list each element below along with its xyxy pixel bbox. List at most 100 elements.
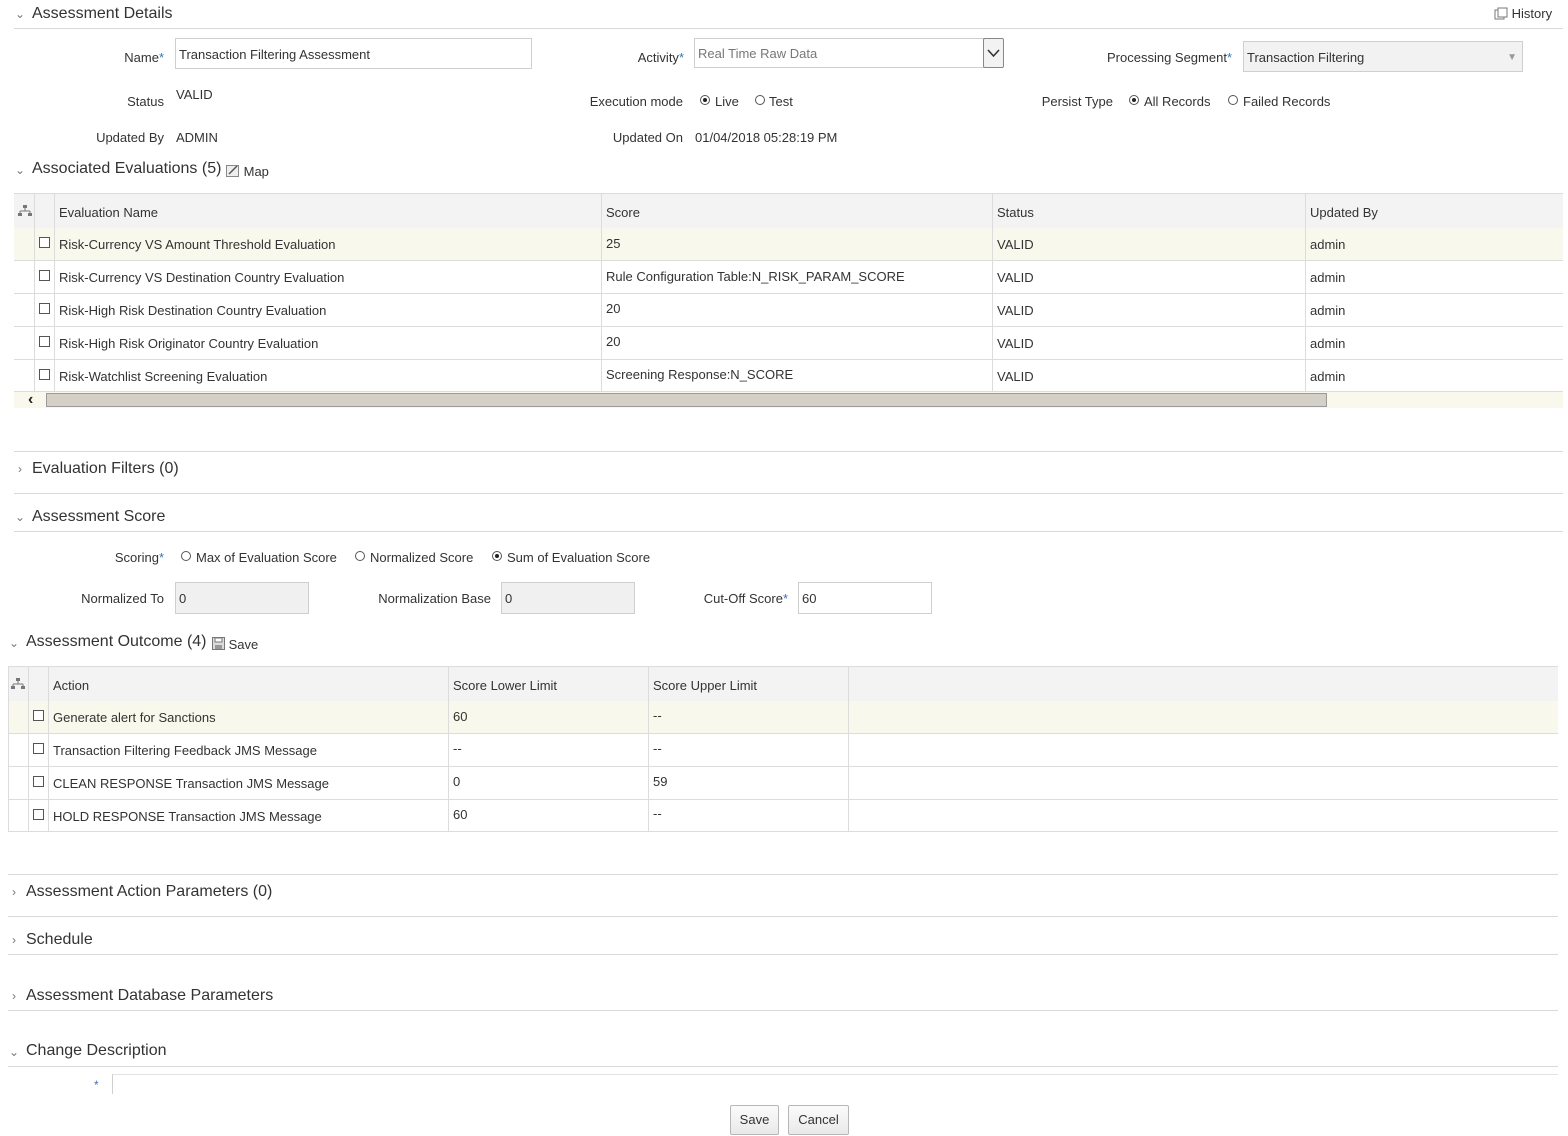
scoring-normalized-radio[interactable] xyxy=(355,551,365,561)
outcome-grid-header xyxy=(8,666,1558,702)
row-checkbox[interactable] xyxy=(33,743,44,754)
scoring-label: Scoring* xyxy=(114,550,164,565)
normalized-to-input[interactable]: 0 xyxy=(175,582,309,614)
execution-live-radio[interactable] xyxy=(700,95,710,105)
col-updated-by[interactable]: Updated By xyxy=(1310,205,1378,220)
evaluation-score: 20 xyxy=(606,301,621,316)
divider xyxy=(448,666,449,831)
evaluation-status: VALID xyxy=(997,303,1034,318)
execution-test-label[interactable]: Test xyxy=(769,94,793,109)
updated-on-label: Updated On xyxy=(612,130,683,145)
row-checkbox[interactable] xyxy=(39,336,50,347)
col-score-lower-limit[interactable]: Score Lower Limit xyxy=(453,678,557,693)
section-title-assessment-outcome[interactable]: Assessment Outcome (4) xyxy=(26,633,207,651)
row-checkbox[interactable] xyxy=(39,303,50,314)
outcome-action: CLEAN RESPONSE Transaction JMS Message xyxy=(53,776,329,791)
chevron-down-icon[interactable]: ⌄ xyxy=(14,510,26,524)
section-title-action-parameters[interactable]: Assessment Action Parameters (0) xyxy=(26,883,272,901)
chevron-down-icon[interactable]: ⌄ xyxy=(14,7,26,21)
change-description-textarea[interactable] xyxy=(112,1074,1558,1094)
col-action[interactable]: Action xyxy=(53,678,89,693)
section-title-assessment-details[interactable]: Assessment Details xyxy=(32,5,173,23)
dropdown-arrow-icon: ▼ xyxy=(1507,52,1517,63)
section-title-schedule[interactable]: Schedule xyxy=(26,931,93,949)
chevron-right-icon[interactable]: › xyxy=(8,933,20,947)
outcome-save-button[interactable]: Save xyxy=(212,637,258,652)
updated-on-value: 01/04/2018 05:28:19 PM xyxy=(695,130,838,145)
save-button[interactable]: Save xyxy=(730,1105,779,1135)
row-checkbox[interactable] xyxy=(39,270,50,281)
row-checkbox[interactable] xyxy=(33,776,44,787)
section-title-associated-evaluations[interactable]: Associated Evaluations (5) xyxy=(32,160,221,178)
row-checkbox[interactable] xyxy=(33,710,44,721)
chevron-right-icon[interactable]: › xyxy=(14,462,26,476)
outcome-upper: -- xyxy=(653,806,662,821)
section-title-database-parameters[interactable]: Assessment Database Parameters xyxy=(26,987,273,1005)
evaluation-score: 20 xyxy=(606,334,621,349)
outcome-action: HOLD RESPONSE Transaction JMS Message xyxy=(53,809,322,824)
horizontal-scrollbar[interactable]: ‹ xyxy=(14,391,1563,409)
evaluation-updated-by: admin xyxy=(1310,369,1346,384)
outcome-upper: 59 xyxy=(653,774,668,789)
row-checkbox[interactable] xyxy=(39,237,50,248)
cancel-button[interactable]: Cancel xyxy=(788,1105,849,1135)
activity-select[interactable]: Real Time Raw Data xyxy=(694,38,984,68)
divider xyxy=(992,193,993,391)
section-title-assessment-score[interactable]: Assessment Score xyxy=(32,508,165,526)
hierarchy-icon[interactable] xyxy=(18,205,32,217)
persist-failed-label[interactable]: Failed Records xyxy=(1243,94,1330,109)
chevron-down-icon[interactable]: ⌄ xyxy=(8,636,20,650)
evaluation-updated-by: admin xyxy=(1310,303,1346,318)
history-link[interactable]: History xyxy=(1494,6,1552,21)
scoring-max-label[interactable]: Max of Evaluation Score xyxy=(196,550,337,565)
persist-all-radio[interactable] xyxy=(1129,95,1139,105)
divider xyxy=(34,193,35,391)
normalization-base-input[interactable]: 0 xyxy=(501,582,635,614)
scrollbar-thumb[interactable] xyxy=(46,393,1327,407)
chevron-down-icon[interactable]: ⌄ xyxy=(14,163,26,177)
outcome-lower: -- xyxy=(453,741,462,756)
cutoff-score-input[interactable]: 60 xyxy=(798,582,932,614)
evaluation-name: Risk-High Risk Destination Country Evalu… xyxy=(59,303,327,318)
dropdown-arrow-icon[interactable] xyxy=(983,38,1004,68)
execution-live-label[interactable]: Live xyxy=(715,94,739,109)
chevron-down-icon[interactable]: ⌄ xyxy=(8,1045,20,1059)
cutoff-score-label: Cut-Off Score* xyxy=(703,591,788,606)
evaluation-status: VALID xyxy=(997,369,1034,384)
col-evaluation-name[interactable]: Evaluation Name xyxy=(59,205,158,220)
name-input[interactable]: Transaction Filtering Assessment xyxy=(175,38,532,69)
updated-by-label: Updated By xyxy=(96,130,164,145)
divider xyxy=(648,666,649,831)
divider xyxy=(8,954,1558,955)
divider xyxy=(54,193,55,391)
evaluation-updated-by: admin xyxy=(1310,237,1346,252)
row-checkbox[interactable] xyxy=(39,369,50,380)
row-checkbox[interactable] xyxy=(33,809,44,820)
persist-type-label: Persist Type xyxy=(1041,94,1113,109)
hierarchy-icon[interactable] xyxy=(11,678,25,690)
col-score[interactable]: Score xyxy=(606,205,640,220)
evaluation-status: VALID xyxy=(997,336,1034,351)
processing-segment-select[interactable]: Transaction Filtering ▼ xyxy=(1243,41,1523,72)
scoring-sum-radio[interactable] xyxy=(492,551,502,561)
col-score-upper-limit[interactable]: Score Upper Limit xyxy=(653,678,757,693)
scoring-max-radio[interactable] xyxy=(181,551,191,561)
persist-failed-radio[interactable] xyxy=(1228,95,1238,105)
table-row[interactable] xyxy=(8,701,1558,734)
persist-all-label[interactable]: All Records xyxy=(1144,94,1210,109)
history-icon xyxy=(1494,7,1508,20)
map-button[interactable]: Map xyxy=(226,164,269,179)
processing-segment-label: Processing Segment* xyxy=(1106,50,1232,65)
evaluation-score: Rule Configuration Table:N_RISK_PARAM_SC… xyxy=(606,269,905,284)
col-status[interactable]: Status xyxy=(997,205,1034,220)
scoring-normalized-label[interactable]: Normalized Score xyxy=(370,550,473,565)
evaluation-score: Screening Response:N_SCORE xyxy=(606,367,794,382)
scroll-left-icon[interactable]: ‹ xyxy=(28,391,33,409)
execution-test-radio[interactable] xyxy=(755,95,765,105)
chevron-right-icon[interactable]: › xyxy=(8,989,20,1003)
section-title-change-description[interactable]: Change Description xyxy=(26,1042,167,1060)
chevron-right-icon[interactable]: › xyxy=(8,885,20,899)
section-title-evaluation-filters[interactable]: Evaluation Filters (0) xyxy=(32,460,179,478)
scoring-sum-label[interactable]: Sum of Evaluation Score xyxy=(507,550,650,565)
outcome-upper: -- xyxy=(653,741,662,756)
